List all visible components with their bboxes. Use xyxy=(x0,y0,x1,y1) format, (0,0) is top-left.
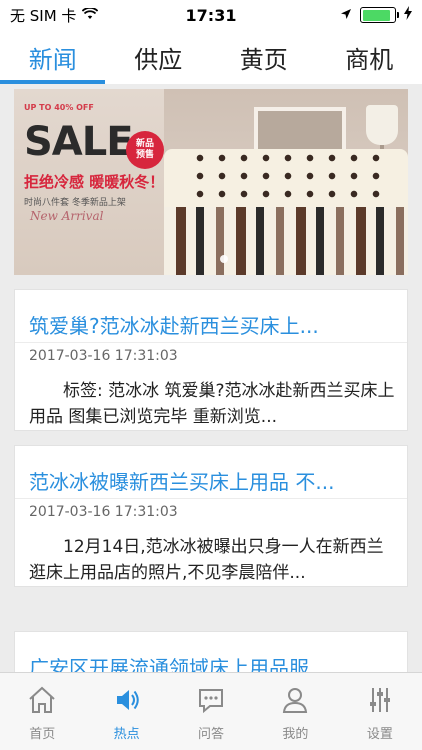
wifi-icon xyxy=(82,6,99,24)
nav-label: 热点 xyxy=(113,727,140,742)
nav-label: 设置 xyxy=(366,727,393,742)
nav-hot[interactable]: 热点 xyxy=(84,673,168,750)
news-card[interactable]: 筑爱巢?范冰冰赴新西兰买床上... 2017-03-16 17:31:03 标签… xyxy=(14,289,408,431)
tab-business[interactable]: 商机 xyxy=(317,30,422,84)
status-bar: 无 SIM 卡 17:31 xyxy=(0,0,422,30)
news-summary: 12月14日,范冰冰被曝出只身一人在新西兰逛床上用品店的照片,不见李晨陪伴... xyxy=(29,537,384,583)
promo-banner[interactable]: UP TO 40% OFF SALE 新品 预售 拒绝冷感 暖暖秋冬！ 时尚八件… xyxy=(14,89,408,275)
charging-icon xyxy=(404,6,412,24)
news-title[interactable]: 筑爱巢?范冰冰赴新西兰买床上... xyxy=(29,310,399,339)
tab-supply[interactable]: 供应 xyxy=(106,30,212,84)
tab-yellow-pages[interactable]: 黄页 xyxy=(211,30,317,84)
carousel-indicator xyxy=(220,255,228,263)
battery-icon xyxy=(360,7,399,23)
nav-settings[interactable]: 设置 xyxy=(338,673,422,750)
settings-sliders-icon xyxy=(364,683,396,717)
lamp-shade xyxy=(366,105,398,145)
clock: 17:31 xyxy=(185,5,237,25)
category-tabs: 新闻 供应 黄页 商机 xyxy=(0,30,422,84)
presale-badge: 新品 预售 xyxy=(126,131,164,169)
news-title[interactable]: 范冰冰被曝新西兰买床上用品 不... xyxy=(29,466,399,495)
news-date: 2017-03-16 17:31:03 xyxy=(29,348,178,364)
carrier-label: 无 SIM 卡 xyxy=(10,6,77,25)
chat-icon xyxy=(195,683,227,717)
bottom-tab-bar: 首页 热点 问答 我的 设置 xyxy=(0,672,422,750)
news-title[interactable]: 广安区开展流通领域床上用品服... xyxy=(29,652,399,672)
news-card[interactable]: 范冰冰被曝新西兰买床上用品 不... 2017-03-16 17:31:03 1… xyxy=(14,445,408,587)
location-arrow-icon xyxy=(340,6,352,24)
user-icon xyxy=(279,683,311,717)
banner-slogan: 拒绝冷感 暖暖秋冬！ xyxy=(24,173,165,191)
nav-label: 我的 xyxy=(282,727,309,742)
news-date: 2017-03-16 17:31:03 xyxy=(29,504,178,520)
nav-qa[interactable]: 问答 xyxy=(169,673,253,750)
home-icon xyxy=(26,683,58,717)
banner-subtitle: 时尚八件套 冬季新品上架 xyxy=(24,198,126,208)
speaker-icon xyxy=(111,683,143,717)
news-card[interactable]: 广安区开展流通领域床上用品服... xyxy=(14,631,408,672)
nav-label: 首页 xyxy=(29,727,56,742)
sale-headline: SALE xyxy=(24,119,134,165)
tab-news[interactable]: 新闻 xyxy=(0,30,106,84)
nav-label: 问答 xyxy=(198,727,225,742)
news-summary: 标签: 范冰冰 筑爱巢?范冰冰赴新西兰买床上用品 图集已浏览完毕 重新浏览... xyxy=(29,381,395,427)
news-feed[interactable]: UP TO 40% OFF SALE 新品 预售 拒绝冷感 暖暖秋冬！ 时尚八件… xyxy=(0,84,422,672)
nav-mine[interactable]: 我的 xyxy=(253,673,337,750)
promo-tag: UP TO 40% OFF xyxy=(24,103,94,112)
nav-home[interactable]: 首页 xyxy=(0,673,84,750)
banner-script: New Arrival xyxy=(30,209,104,223)
